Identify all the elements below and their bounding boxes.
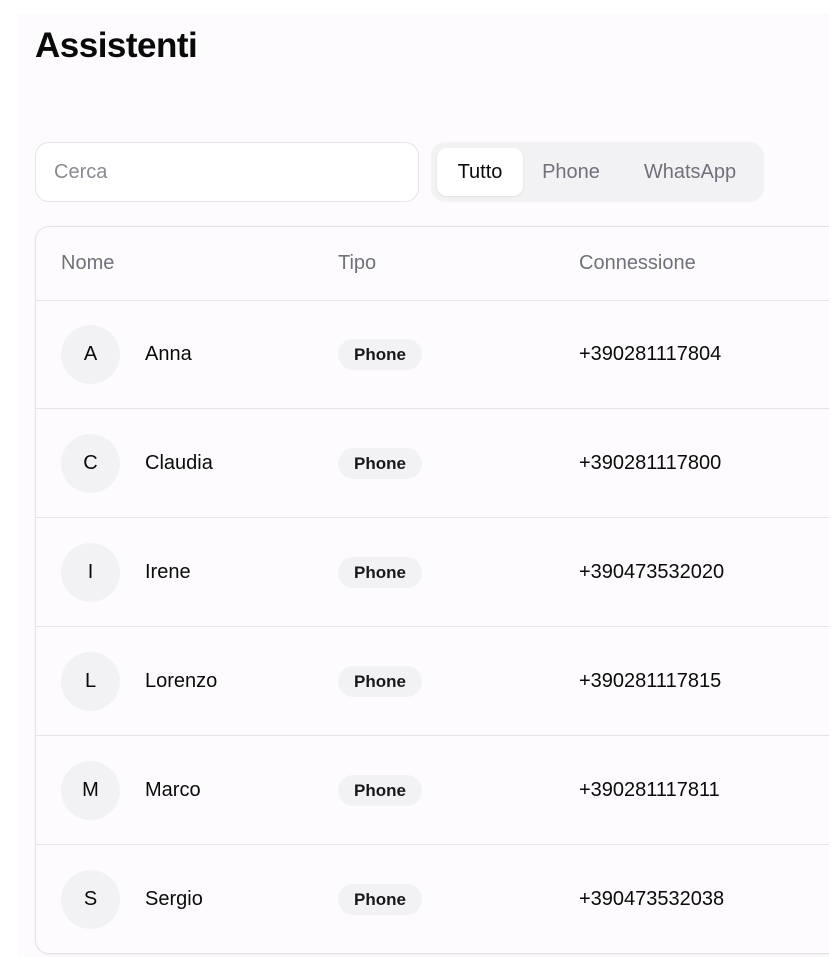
- connection-value: +390281117815: [579, 670, 722, 692]
- column-header-connessione[interactable]: Connessione: [579, 251, 696, 275]
- type-badge: Phone: [338, 775, 422, 806]
- assistant-name: Irene: [145, 561, 191, 583]
- avatar: I: [61, 543, 120, 602]
- assistant-name: Anna: [145, 343, 192, 365]
- filter-phone-button[interactable]: Phone: [527, 148, 615, 196]
- avatar: M: [61, 761, 120, 820]
- avatar: L: [61, 652, 120, 711]
- table-row[interactable]: A Anna Phone +390281117804: [36, 300, 829, 409]
- table-row[interactable]: S Sergio Phone +390473532038: [36, 845, 829, 953]
- column-header-tipo[interactable]: Tipo: [338, 251, 376, 275]
- type-badge: Phone: [338, 448, 422, 479]
- connection-value: +390281117804: [579, 343, 722, 365]
- assistant-name: Marco: [145, 779, 201, 801]
- table-row[interactable]: M Marco Phone +390281117811: [36, 736, 829, 845]
- filter-tutto-button[interactable]: Tutto: [437, 148, 523, 196]
- type-badge: Phone: [338, 557, 422, 588]
- connection-value: +390281117811: [579, 779, 720, 801]
- type-badge: Phone: [338, 339, 422, 370]
- table-row[interactable]: I Irene Phone +390473532020: [36, 518, 829, 627]
- page-title: Assistenti: [35, 26, 198, 65]
- avatar: S: [61, 870, 120, 929]
- type-badge: Phone: [338, 884, 422, 915]
- assistant-name: Claudia: [145, 452, 213, 474]
- assistants-table: Nome Tipo Connessione A Anna Phone +3902…: [35, 226, 829, 954]
- table-row[interactable]: C Claudia Phone +390281117800: [36, 409, 829, 518]
- connection-value: +390281117800: [579, 452, 722, 474]
- assistants-page: Assistenti Tutto Phone WhatsApp Nome Tip…: [0, 0, 829, 957]
- table-row[interactable]: L Lorenzo Phone +390281117815: [36, 627, 829, 736]
- filter-whatsapp-button[interactable]: WhatsApp: [623, 148, 757, 196]
- assistant-name: Lorenzo: [145, 670, 218, 692]
- search-input[interactable]: [35, 142, 419, 202]
- column-header-nome[interactable]: Nome: [61, 251, 114, 275]
- avatar: C: [61, 434, 120, 493]
- type-badge: Phone: [338, 666, 422, 697]
- assistant-name: Sergio: [145, 888, 203, 910]
- connection-value: +390473532038: [579, 888, 725, 910]
- type-filter-toggle: Tutto Phone WhatsApp: [431, 142, 764, 202]
- connection-value: +390473532020: [579, 561, 725, 583]
- avatar: A: [61, 325, 120, 384]
- table-header: Nome Tipo Connessione: [36, 227, 829, 301]
